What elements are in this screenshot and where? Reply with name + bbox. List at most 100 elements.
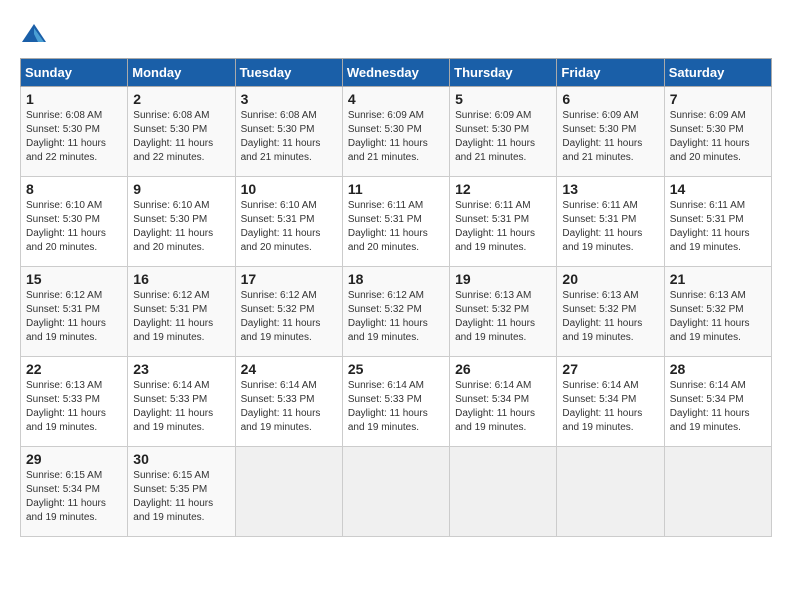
day-number: 23 [133, 361, 229, 377]
calendar-cell: 20Sunrise: 6:13 AM Sunset: 5:32 PM Dayli… [557, 267, 664, 357]
calendar-cell: 10 Sunrise: 6:10 AM Sunset: 5:31 PM Dayli… [235, 177, 342, 267]
day-number: 1 [26, 91, 122, 107]
calendar-cell: 19 Sunrise: 6:13 AM Sunset: 5:32 PM Dayli… [450, 267, 557, 357]
day-number: 3 [241, 91, 337, 107]
weekday-wednesday: Wednesday [342, 59, 449, 87]
weekday-thursday: Thursday [450, 59, 557, 87]
day-info: Sunrise: 6:14 AM Sunset: 5:34 PM Dayligh… [562, 379, 658, 435]
day-number: 7 [670, 91, 766, 107]
day-number: 13 [562, 181, 658, 197]
calendar-cell: 22Sunrise: 6:13 AM Sunset: 5:33 PM Dayli… [21, 357, 128, 447]
day-number: 28 [670, 361, 766, 377]
calendar-body: 1 Sunrise: 6:08 AM Sunset: 5:30 PM Daylig… [21, 87, 772, 537]
weekday-header-row: SundayMondayTuesdayWednesdayThursdayFrid… [21, 59, 772, 87]
day-number: 15 [26, 271, 122, 287]
calendar-cell: 24 Sunrise: 6:14 AM Sunset: 5:33 PM Dayli… [235, 357, 342, 447]
calendar-cell: 3 Sunrise: 6:08 AM Sunset: 5:30 PM Daylig… [235, 87, 342, 177]
day-number: 6 [562, 91, 658, 107]
day-number: 14 [670, 181, 766, 197]
calendar-cell: 12 Sunrise: 6:11 AM Sunset: 5:31 PM Dayli… [450, 177, 557, 267]
calendar-cell: 27 Sunrise: 6:14 AM Sunset: 5:34 PM Dayli… [557, 357, 664, 447]
calendar-week-4: 22Sunrise: 6:13 AM Sunset: 5:33 PM Dayli… [21, 357, 772, 447]
calendar-header: SundayMondayTuesdayWednesdayThursdayFrid… [21, 59, 772, 87]
day-info: Sunrise: 6:09 AM Sunset: 5:30 PM Dayligh… [670, 109, 766, 165]
day-number: 5 [455, 91, 551, 107]
calendar-table: SundayMondayTuesdayWednesdayThursdayFrid… [20, 58, 772, 537]
day-number: 11 [348, 181, 444, 197]
calendar-cell [557, 447, 664, 537]
day-info: Sunrise: 6:15 AM Sunset: 5:35 PM Dayligh… [133, 469, 229, 525]
calendar-week-3: 15 Sunrise: 6:12 AM Sunset: 5:31 PM Dayli… [21, 267, 772, 357]
calendar-week-5: 29 Sunrise: 6:15 AM Sunset: 5:34 PM Dayli… [21, 447, 772, 537]
calendar-cell: 13 Sunrise: 6:11 AM Sunset: 5:31 PM Dayli… [557, 177, 664, 267]
day-info: Sunrise: 6:09 AM Sunset: 5:30 PM Dayligh… [455, 109, 551, 165]
calendar-cell: 21Sunrise: 6:13 AM Sunset: 5:32 PM Dayli… [664, 267, 771, 357]
calendar-cell: 25 Sunrise: 6:14 AM Sunset: 5:33 PM Dayli… [342, 357, 449, 447]
calendar-cell: 15 Sunrise: 6:12 AM Sunset: 5:31 PM Dayli… [21, 267, 128, 357]
day-info: Sunrise: 6:14 AM Sunset: 5:34 PM Dayligh… [670, 379, 766, 435]
calendar-cell: 26 Sunrise: 6:14 AM Sunset: 5:34 PM Dayli… [450, 357, 557, 447]
day-number: 8 [26, 181, 122, 197]
calendar-cell: 1 Sunrise: 6:08 AM Sunset: 5:30 PM Daylig… [21, 87, 128, 177]
calendar-cell: 4Sunrise: 6:09 AM Sunset: 5:30 PM Daylig… [342, 87, 449, 177]
day-info: Sunrise: 6:12 AM Sunset: 5:32 PM Dayligh… [241, 289, 337, 345]
day-info: Sunrise: 6:09 AM Sunset: 5:30 PM Dayligh… [562, 109, 658, 165]
calendar-cell: 14 Sunrise: 6:11 AM Sunset: 5:31 PM Dayli… [664, 177, 771, 267]
day-info: Sunrise: 6:13 AM Sunset: 5:32 PM Dayligh… [562, 289, 658, 345]
calendar-cell: 6 Sunrise: 6:09 AM Sunset: 5:30 PM Daylig… [557, 87, 664, 177]
calendar-week-2: 8 Sunrise: 6:10 AM Sunset: 5:30 PM Daylig… [21, 177, 772, 267]
day-info: Sunrise: 6:11 AM Sunset: 5:31 PM Dayligh… [455, 199, 551, 255]
day-info: Sunrise: 6:11 AM Sunset: 5:31 PM Dayligh… [562, 199, 658, 255]
weekday-saturday: Saturday [664, 59, 771, 87]
day-number: 25 [348, 361, 444, 377]
day-info: Sunrise: 6:10 AM Sunset: 5:30 PM Dayligh… [133, 199, 229, 255]
calendar-week-1: 1 Sunrise: 6:08 AM Sunset: 5:30 PM Daylig… [21, 87, 772, 177]
day-info: Sunrise: 6:13 AM Sunset: 5:32 PM Dayligh… [455, 289, 551, 345]
calendar-cell [450, 447, 557, 537]
day-number: 30 [133, 451, 229, 467]
day-info: Sunrise: 6:11 AM Sunset: 5:31 PM Dayligh… [670, 199, 766, 255]
calendar-cell: 11Sunrise: 6:11 AM Sunset: 5:31 PM Dayli… [342, 177, 449, 267]
day-info: Sunrise: 6:14 AM Sunset: 5:33 PM Dayligh… [133, 379, 229, 435]
calendar-cell: 29 Sunrise: 6:15 AM Sunset: 5:34 PM Dayli… [21, 447, 128, 537]
day-info: Sunrise: 6:08 AM Sunset: 5:30 PM Dayligh… [133, 109, 229, 165]
day-info: Sunrise: 6:15 AM Sunset: 5:34 PM Dayligh… [26, 469, 122, 525]
day-info: Sunrise: 6:12 AM Sunset: 5:31 PM Dayligh… [26, 289, 122, 345]
calendar-cell: 18Sunrise: 6:12 AM Sunset: 5:32 PM Dayli… [342, 267, 449, 357]
day-info: Sunrise: 6:10 AM Sunset: 5:30 PM Dayligh… [26, 199, 122, 255]
calendar-cell [664, 447, 771, 537]
calendar-cell: 2Sunrise: 6:08 AM Sunset: 5:30 PM Daylig… [128, 87, 235, 177]
weekday-tuesday: Tuesday [235, 59, 342, 87]
day-info: Sunrise: 6:12 AM Sunset: 5:32 PM Dayligh… [348, 289, 444, 345]
day-number: 12 [455, 181, 551, 197]
day-number: 24 [241, 361, 337, 377]
weekday-friday: Friday [557, 59, 664, 87]
day-info: Sunrise: 6:14 AM Sunset: 5:33 PM Dayligh… [348, 379, 444, 435]
day-info: Sunrise: 6:08 AM Sunset: 5:30 PM Dayligh… [26, 109, 122, 165]
calendar-cell: 5 Sunrise: 6:09 AM Sunset: 5:30 PM Daylig… [450, 87, 557, 177]
calendar-cell: 17 Sunrise: 6:12 AM Sunset: 5:32 PM Dayli… [235, 267, 342, 357]
day-info: Sunrise: 6:14 AM Sunset: 5:34 PM Dayligh… [455, 379, 551, 435]
day-number: 26 [455, 361, 551, 377]
day-info: Sunrise: 6:08 AM Sunset: 5:30 PM Dayligh… [241, 109, 337, 165]
calendar-cell: 30 Sunrise: 6:15 AM Sunset: 5:35 PM Dayli… [128, 447, 235, 537]
day-number: 16 [133, 271, 229, 287]
day-number: 4 [348, 91, 444, 107]
day-info: Sunrise: 6:14 AM Sunset: 5:33 PM Dayligh… [241, 379, 337, 435]
calendar-cell [235, 447, 342, 537]
day-info: Sunrise: 6:10 AM Sunset: 5:31 PM Dayligh… [241, 199, 337, 255]
day-number: 21 [670, 271, 766, 287]
day-number: 19 [455, 271, 551, 287]
logo-icon [20, 20, 48, 48]
day-number: 9 [133, 181, 229, 197]
day-number: 17 [241, 271, 337, 287]
calendar-cell: 9 Sunrise: 6:10 AM Sunset: 5:30 PM Daylig… [128, 177, 235, 267]
day-number: 27 [562, 361, 658, 377]
logo [20, 20, 52, 48]
weekday-sunday: Sunday [21, 59, 128, 87]
calendar-cell: 23 Sunrise: 6:14 AM Sunset: 5:33 PM Dayli… [128, 357, 235, 447]
day-number: 29 [26, 451, 122, 467]
calendar-cell: 7 Sunrise: 6:09 AM Sunset: 5:30 PM Daylig… [664, 87, 771, 177]
day-number: 10 [241, 181, 337, 197]
weekday-monday: Monday [128, 59, 235, 87]
